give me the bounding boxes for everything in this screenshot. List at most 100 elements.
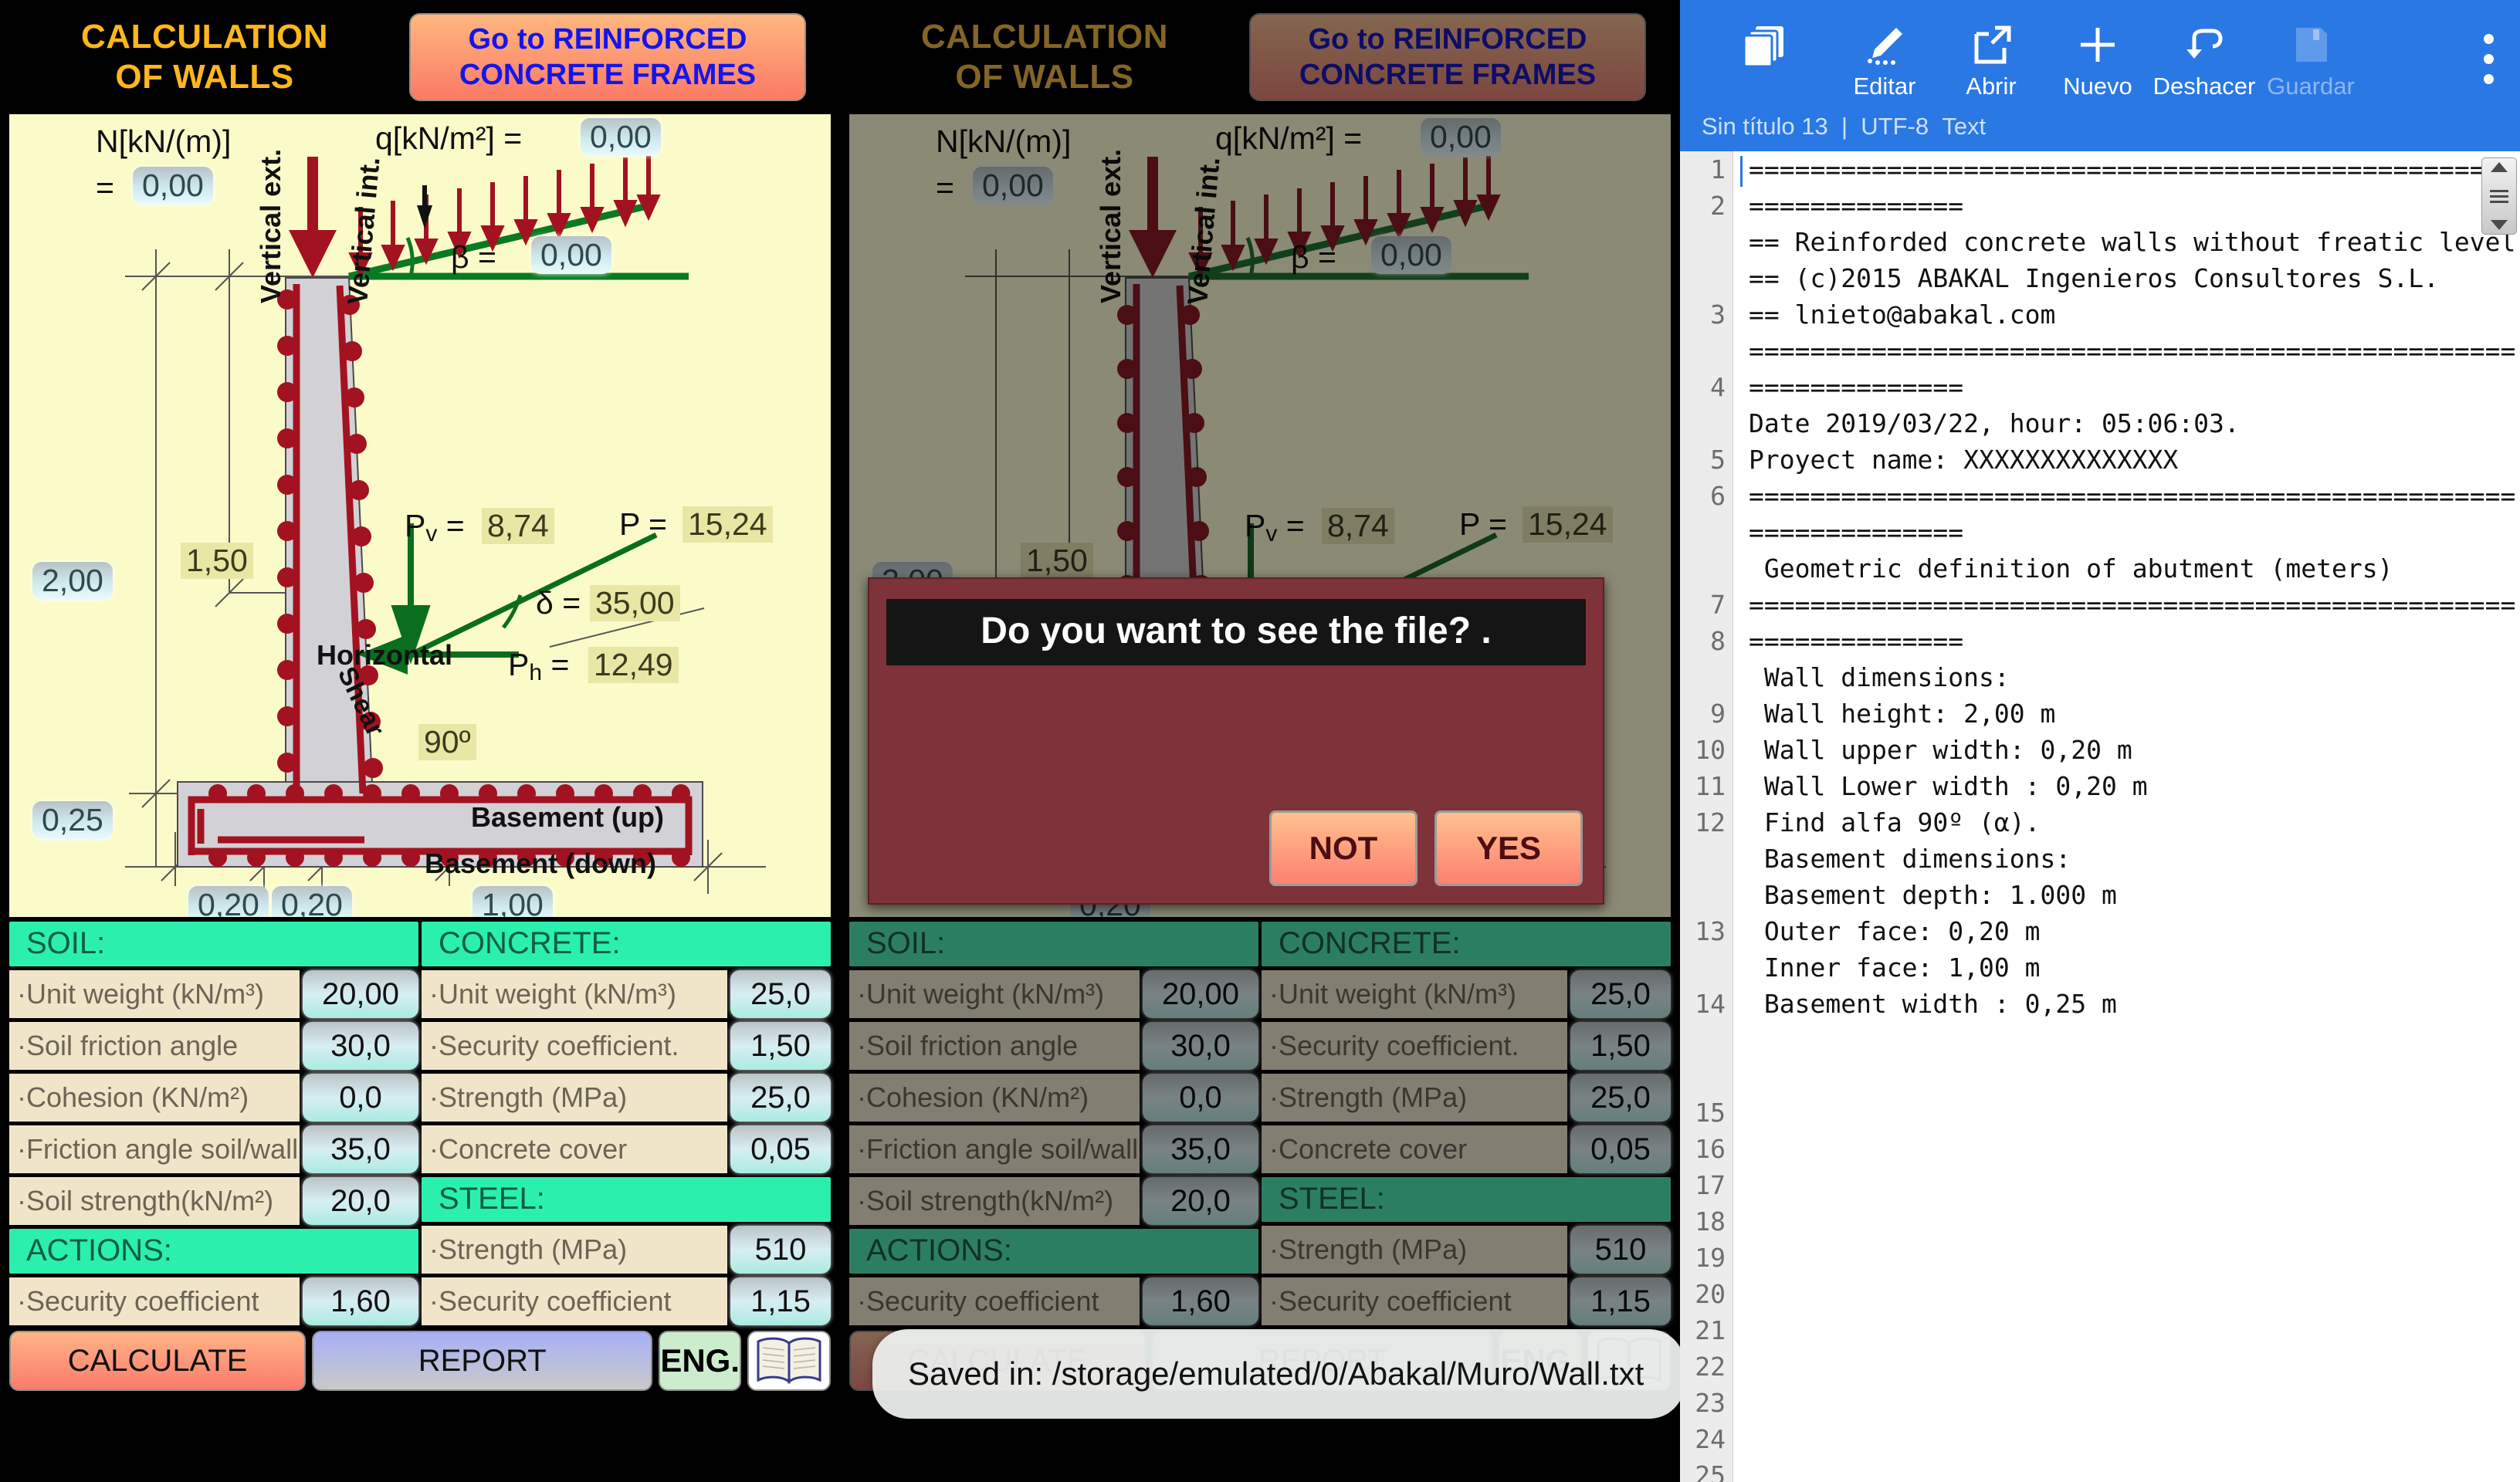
language-button[interactable]: ENG. bbox=[659, 1331, 741, 1391]
open-book-glyph bbox=[757, 1337, 821, 1385]
editor-text-content[interactable]: ========================================… bbox=[1733, 151, 2520, 1482]
concrete-security-coefficient-input[interactable]: 1,50 bbox=[730, 1022, 831, 1070]
line-number: 20 bbox=[1695, 1279, 1726, 1309]
q-value-input[interactable]: 0,00 bbox=[581, 118, 661, 156]
soil-cohesion-input[interactable]: 0,0 bbox=[303, 1074, 418, 1122]
actions-security-coefficient-input[interactable]: 1,60 bbox=[303, 1277, 418, 1325]
goto-button-line1: Go to REINFORCED bbox=[1308, 23, 1587, 56]
pencil-glyph bbox=[1868, 28, 1902, 65]
table-row[interactable]: ·Security coefficient 1,15 bbox=[1262, 1277, 1671, 1325]
concrete-unit-weight-input-2[interactable]: 25,0 bbox=[1570, 970, 1671, 1018]
n-value-input-2[interactable]: 0,00 bbox=[973, 167, 1053, 205]
goto-reinforced-concrete-frames-button[interactable]: Go to REINFORCED CONCRETE FRAMES bbox=[409, 13, 806, 101]
n-value-input[interactable]: 0,00 bbox=[133, 167, 213, 205]
q-label: q[kN/m²] = bbox=[375, 120, 523, 156]
row-label: ·Friction angle soil/wall bbox=[849, 1125, 1140, 1173]
concrete-strength-input[interactable]: 25,0 bbox=[730, 1074, 831, 1122]
soil-friction-angle-input-2[interactable]: 30,0 bbox=[1143, 1022, 1258, 1070]
pv-label-2: Pv = bbox=[1245, 508, 1305, 546]
table-row[interactable]: ·Friction angle soil/wall 35,0 bbox=[849, 1125, 1258, 1173]
concrete-unit-weight-input[interactable]: 25,0 bbox=[730, 970, 831, 1018]
table-row[interactable]: ·Cohesion (KN/m²) 0,0 bbox=[9, 1074, 418, 1122]
dim-inner-face-input[interactable]: 1,00 bbox=[472, 886, 553, 917]
editor-body[interactable]: 1 2 3 4 5 6 7 8 9 10 11 12 13 14 15 16 17 18 19 20 21 22 23 24 2… bbox=[1680, 151, 2520, 1482]
table-row[interactable]: ·Strength (MPa) 510 bbox=[422, 1226, 831, 1274]
steel-security-coefficient-input-2[interactable]: 1,15 bbox=[1570, 1277, 1671, 1325]
row-label: ·Security coefficient bbox=[1262, 1277, 1567, 1325]
dim-outer-face-input[interactable]: 0,20 bbox=[188, 886, 269, 917]
goto-reinforced-concrete-frames-button-2[interactable]: Go to REINFORCED CONCRETE FRAMES bbox=[1249, 13, 1646, 101]
soil-strength-input[interactable]: 20,0 bbox=[303, 1177, 418, 1225]
table-row[interactable]: ·Security coefficient. 1,50 bbox=[422, 1022, 831, 1070]
action-buttons: CALCULATE REPORT ENG. bbox=[9, 1331, 831, 1391]
dim-total-height-input[interactable]: 2,00 bbox=[32, 562, 113, 600]
undo-icon[interactable]: Deshacer bbox=[2151, 23, 2258, 100]
table-row[interactable]: ·Unit weight (kN/m³) 20,00 bbox=[849, 970, 1258, 1018]
overflow-menu-icon[interactable] bbox=[2484, 34, 2494, 84]
soil-strength-input-2[interactable]: 20,0 bbox=[1143, 1177, 1258, 1225]
table-row[interactable]: ·Strength (MPa) 25,0 bbox=[422, 1074, 831, 1122]
scrollbar-thumb[interactable] bbox=[2481, 157, 2517, 235]
concrete-strength-input-2[interactable]: 25,0 bbox=[1570, 1074, 1671, 1122]
scroll-down-arrow[interactable] bbox=[2491, 220, 2508, 230]
table-row[interactable]: ·Soil friction angle 30,0 bbox=[849, 1022, 1258, 1070]
concrete-security-coefficient-input-2[interactable]: 1,50 bbox=[1570, 1022, 1671, 1070]
report-button[interactable]: REPORT bbox=[312, 1331, 653, 1391]
table-row[interactable]: ·Soil friction angle 30,0 bbox=[9, 1022, 418, 1070]
concrete-cover-input[interactable]: 0,05 bbox=[730, 1125, 831, 1173]
steel-strength-input[interactable]: 510 bbox=[730, 1226, 831, 1274]
beta-value-input[interactable]: 0,00 bbox=[531, 236, 611, 274]
row-label: ·Soil friction angle bbox=[9, 1022, 300, 1070]
soil-wall-friction-angle-input-2[interactable]: 35,0 bbox=[1143, 1125, 1258, 1173]
concrete-cover-input-2[interactable]: 0,05 bbox=[1570, 1125, 1671, 1173]
left-column-2: SOIL: ·Unit weight (kN/m³) 20,00 ·Soil fr… bbox=[849, 922, 1258, 1325]
soil-unit-weight-input[interactable]: 20,00 bbox=[303, 970, 418, 1018]
save-icon: Guardar bbox=[2258, 23, 2364, 100]
dim-basement-depth-input[interactable]: 0,25 bbox=[32, 801, 113, 839]
row-label: ·Soil friction angle bbox=[849, 1022, 1140, 1070]
steel-security-coefficient-input[interactable]: 1,15 bbox=[730, 1277, 831, 1325]
calculate-button[interactable]: CALCULATE bbox=[9, 1331, 307, 1391]
q-value-input-2[interactable]: 0,00 bbox=[1421, 118, 1501, 156]
code-line: == lnieto@abakal.com bbox=[1749, 299, 2056, 330]
table-row[interactable]: ·Cohesion (KN/m²) 0,0 bbox=[849, 1074, 1258, 1122]
new-icon[interactable]: Nuevo bbox=[2044, 23, 2151, 100]
page-title: CALCULATION OF WALLS bbox=[0, 17, 409, 97]
edit-icon[interactable]: Editar bbox=[1831, 23, 1938, 100]
table-row[interactable]: ·Concrete cover 0,05 bbox=[422, 1125, 831, 1173]
table-row[interactable]: ·Security coefficient 1,15 bbox=[422, 1277, 831, 1325]
wall-diagram[interactable]: N[kN/(m)] = 0,00 q[kN/m²] = 0,00 β = 0,0… bbox=[9, 114, 831, 917]
dim-wall-lower-input[interactable]: 0,20 bbox=[272, 886, 352, 917]
table-row[interactable]: ·Friction angle soil/wall 35,0 bbox=[9, 1125, 418, 1173]
saved-toast: Saved in: /storage/emulated/0/Abakal/Mur… bbox=[872, 1329, 1680, 1419]
table-row[interactable]: ·Security coefficient. 1,50 bbox=[1262, 1022, 1671, 1070]
scroll-up-arrow[interactable] bbox=[2491, 162, 2508, 172]
open-book-icon[interactable] bbox=[747, 1331, 831, 1391]
table-row[interactable]: ·Unit weight (kN/m³) 25,0 bbox=[422, 970, 831, 1018]
editor-status-bar: Sin título 13 | UTF-8 Text bbox=[1702, 113, 1986, 140]
table-row[interactable]: ·Soil strength(kN/m²) 20,0 bbox=[849, 1177, 1258, 1225]
soil-cohesion-input-2[interactable]: 0,0 bbox=[1143, 1074, 1258, 1122]
table-row[interactable]: ·Strength (MPa) 510 bbox=[1262, 1226, 1671, 1274]
table-row[interactable]: ·Unit weight (kN/m³) 25,0 bbox=[1262, 970, 1671, 1018]
soil-wall-friction-angle-input[interactable]: 35,0 bbox=[303, 1125, 418, 1173]
table-row[interactable]: ·Security coefficient 1,60 bbox=[849, 1277, 1258, 1325]
line-number: 11 bbox=[1695, 771, 1726, 801]
table-row[interactable]: ·Soil strength(kN/m²) 20,0 bbox=[9, 1177, 418, 1225]
files-icon[interactable] bbox=[1700, 23, 1831, 73]
table-row[interactable]: ·Concrete cover 0,05 bbox=[1262, 1125, 1671, 1173]
floppy-glyph bbox=[2296, 28, 2327, 62]
ph-label: Ph = bbox=[508, 647, 570, 685]
open-icon[interactable]: Abrir bbox=[1938, 23, 2044, 100]
actions-security-coefficient-input-2[interactable]: 1,60 bbox=[1143, 1277, 1258, 1325]
code-line: == Reinforded concrete walls without fre… bbox=[1749, 227, 2516, 257]
soil-friction-angle-input[interactable]: 30,0 bbox=[303, 1022, 418, 1070]
table-row[interactable]: ·Security coefficient 1,60 bbox=[9, 1277, 418, 1325]
table-row[interactable]: ·Unit weight (kN/m³) 20,00 bbox=[9, 970, 418, 1018]
dialog-yes-button[interactable]: YES bbox=[1434, 810, 1583, 886]
beta-value-input-2[interactable]: 0,00 bbox=[1371, 236, 1451, 274]
steel-strength-input-2[interactable]: 510 bbox=[1570, 1226, 1671, 1274]
soil-unit-weight-input-2[interactable]: 20,00 bbox=[1143, 970, 1258, 1018]
dialog-not-button[interactable]: NOT bbox=[1269, 810, 1418, 886]
table-row[interactable]: ·Strength (MPa) 25,0 bbox=[1262, 1074, 1671, 1122]
